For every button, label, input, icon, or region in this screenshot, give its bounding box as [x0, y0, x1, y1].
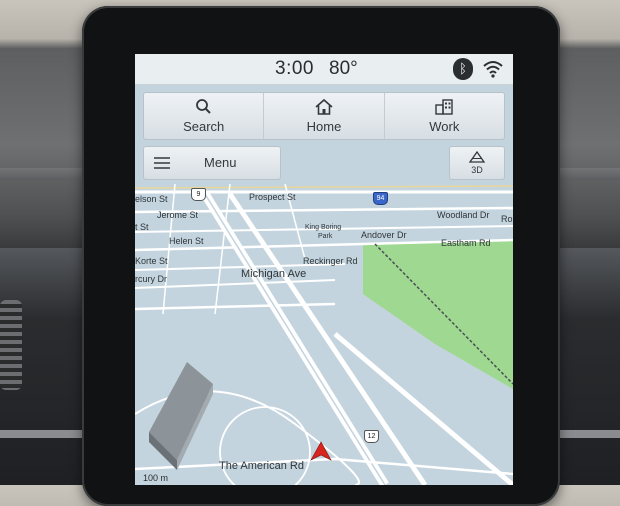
street-label: elson St — [135, 194, 168, 204]
search-label: Search — [183, 119, 225, 134]
search-button[interactable]: Search — [144, 93, 263, 139]
route-shield: 12 — [364, 430, 379, 443]
street-label: Michigan Ave — [241, 268, 307, 280]
dashboard-trim-left — [0, 430, 95, 438]
search-icon — [195, 99, 211, 114]
street-label: Korte St — [135, 256, 168, 266]
street-label: rcury Dr — [135, 274, 167, 284]
street-label: Jerome St — [157, 210, 199, 220]
menu-label: Menu — [204, 155, 237, 170]
quick-destination-bar: Search Home Work — [143, 92, 505, 140]
navigation-screen: 3:00 80° ᛒ Search Home Work Menu 3D elso… — [135, 54, 513, 485]
work-label: Work — [429, 119, 460, 134]
street-label: Helen St — [169, 236, 204, 246]
work-button[interactable]: Work — [383, 93, 504, 139]
outside-temperature: 80° — [329, 58, 358, 79]
street-label: t St — [135, 222, 149, 232]
interstate-shield: 94 — [373, 192, 388, 205]
street-label: Andover Dr — [361, 230, 407, 240]
park-label: Park — [318, 233, 333, 240]
wifi-icon — [483, 61, 503, 78]
menu-button[interactable]: Menu — [143, 146, 281, 180]
air-vent — [0, 300, 22, 390]
3d-view-button[interactable]: 3D — [449, 146, 505, 180]
street-label: Prospect St — [249, 192, 296, 202]
street-label: Eastham Rd — [441, 238, 491, 248]
3d-view-label: 3D — [471, 165, 483, 175]
bluetooth-icon: ᛒ — [453, 58, 473, 80]
home-icon — [315, 98, 333, 115]
work-icon — [435, 99, 454, 115]
status-bar: 3:00 80° ᛒ — [135, 54, 513, 85]
street-label: Reckinger Rd — [303, 256, 358, 266]
dashboard-trim-right — [555, 430, 620, 438]
3d-view-icon — [469, 151, 485, 163]
street-label: The American Rd — [219, 460, 304, 472]
street-label: Ro — [501, 214, 513, 224]
dashboard-right-panel — [555, 248, 620, 485]
home-label: Home — [306, 119, 342, 134]
route-shield: 9 — [191, 188, 206, 201]
map-scale: 100 m — [143, 473, 169, 483]
home-button[interactable]: Home — [263, 93, 383, 139]
clock: 3:00 — [275, 58, 314, 79]
park-label: King Boring — [305, 224, 342, 231]
hamburger-icon — [154, 157, 170, 169]
street-label: Woodland Dr — [437, 210, 490, 220]
map-view[interactable]: elson St 9 Prospect St 94 Jerome St t St… — [135, 184, 513, 485]
